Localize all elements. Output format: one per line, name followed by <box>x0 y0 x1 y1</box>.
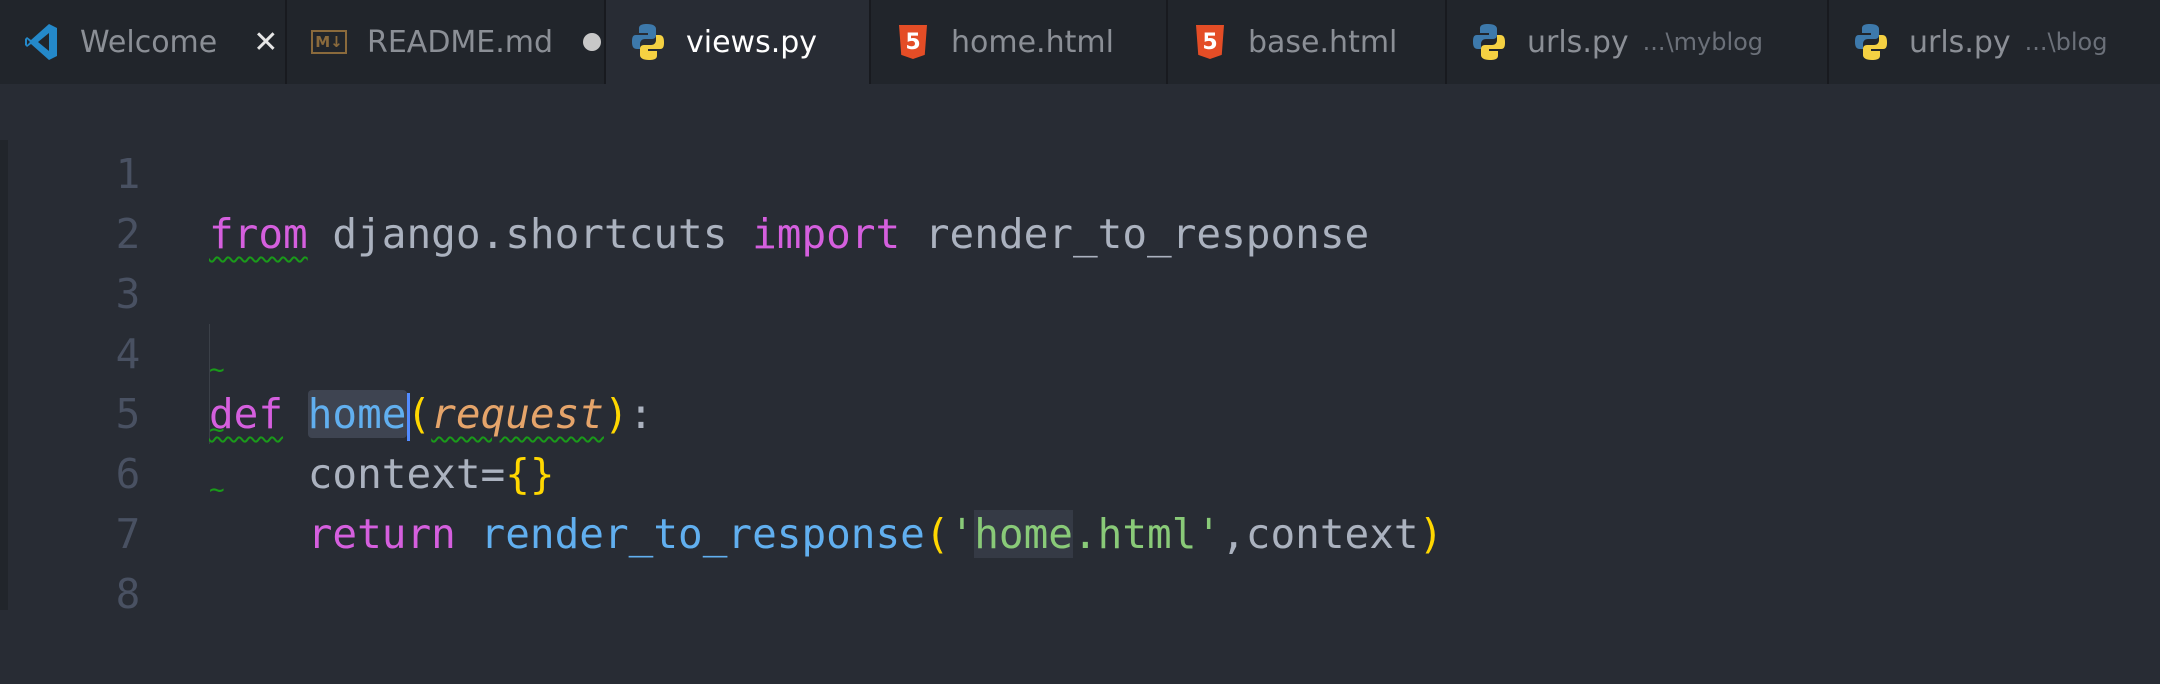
tab-home-html[interactable]: 5 home.html <box>871 0 1168 84</box>
html5-badge: 5 <box>1196 25 1224 59</box>
code-line-4: 4 def home(request): <box>0 264 2160 441</box>
close-icon[interactable]: ✕ <box>253 25 278 60</box>
vscode-icon <box>24 22 60 62</box>
html5-badge: 5 <box>899 25 927 59</box>
tab-urls-py-myblog[interactable]: urls.py ...\myblog <box>1447 0 1829 84</box>
markdown-icon: M↓ <box>311 22 347 62</box>
code-line-7: 7 ~ <box>0 444 2160 558</box>
tab-label: views.py <box>686 24 818 60</box>
tab-label: urls.py <box>1527 24 1629 60</box>
tab-welcome[interactable]: Welcome ✕ <box>0 0 287 84</box>
python-icon <box>1471 22 1507 62</box>
html5-icon: 5 <box>1192 22 1228 62</box>
tab-bar: Welcome ✕ M↓ README.md views.py 5 home.h… <box>0 0 2160 84</box>
python-icon <box>1853 22 1889 62</box>
tab-label: home.html <box>951 24 1114 60</box>
tab-label: base.html <box>1248 24 1398 60</box>
tab-description: ...\blog <box>2024 28 2108 56</box>
tab-label: urls.py <box>1909 24 2011 60</box>
tab-base-html[interactable]: 5 base.html <box>1168 0 1447 84</box>
markdown-badge: M↓ <box>311 30 347 54</box>
tab-label: Welcome <box>80 24 218 60</box>
html5-icon: 5 <box>895 22 931 62</box>
tab-description: ...\myblog <box>1642 28 1764 56</box>
code-line-2: 2 <box>0 144 2160 258</box>
line-number: 8 <box>115 570 141 618</box>
tab-urls-py-blog[interactable]: urls.py ...\blog <box>1829 0 2160 84</box>
unsaved-dot-icon[interactable] <box>583 33 602 51</box>
code-editor[interactable]: 1 from django.shortcuts import render_to… <box>0 84 2160 618</box>
tab-views-py[interactable]: views.py <box>606 0 871 84</box>
code-line-8: 8 <box>0 504 2160 618</box>
python-icon <box>630 22 666 62</box>
code-line-1: 1 from django.shortcuts import render_to… <box>0 84 2160 258</box>
tab-label: README.md <box>367 24 554 60</box>
tab-readme[interactable]: M↓ README.md <box>287 0 606 84</box>
code-line-5: 5 context={} ~ <box>0 324 2160 498</box>
code-line-3: 3 <box>0 204 2160 318</box>
code-line-6: 6 return render_to_response('home.html',… <box>0 384 2160 558</box>
